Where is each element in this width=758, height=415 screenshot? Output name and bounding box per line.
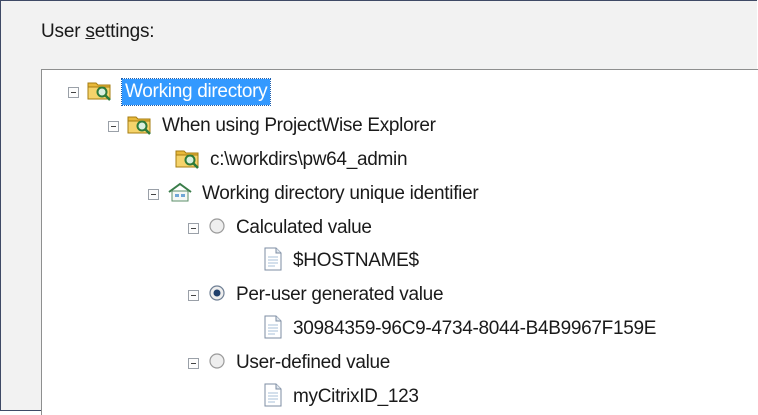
expander-minus-icon[interactable] bbox=[188, 222, 199, 234]
tree-node-unique-identifier[interactable]: Working directory unique identifier bbox=[148, 178, 479, 210]
tree-node-user-defined-text[interactable]: myCitrixID_123 bbox=[262, 381, 419, 413]
tree-node-working-directory[interactable]: Working directory bbox=[68, 76, 272, 108]
settings-tree[interactable]: Working directory When using ProjectWise… bbox=[41, 69, 758, 415]
working-directory-label[interactable]: Working directory bbox=[120, 78, 272, 106]
expander-minus-icon[interactable] bbox=[188, 289, 199, 301]
user-defined-text-label: myCitrixID_123 bbox=[293, 386, 419, 407]
house-icon bbox=[167, 181, 193, 208]
document-icon bbox=[262, 247, 284, 276]
calculated-text-label: $HOSTNAME$ bbox=[293, 250, 419, 271]
tree-node-calculated-value[interactable]: Calculated value bbox=[188, 212, 372, 244]
expander-minus-icon[interactable] bbox=[68, 86, 79, 98]
folder-search-icon bbox=[127, 113, 153, 140]
per-user-value-label: Per-user generated value bbox=[236, 284, 444, 305]
per-user-text-label: 30984359-96C9-4734-8044-B4B9967F159E bbox=[293, 318, 657, 339]
tree-node-when-using[interactable]: When using ProjectWise Explorer bbox=[108, 110, 436, 142]
user-settings-label: User settings: bbox=[41, 21, 155, 42]
workdir-path-label: c:\workdirs\pw64_admin bbox=[210, 149, 408, 170]
folder-search-icon bbox=[175, 147, 201, 174]
expander-minus-icon[interactable] bbox=[108, 120, 119, 132]
user-defined-value-label: User-defined value bbox=[236, 352, 391, 373]
radio-icon[interactable] bbox=[207, 283, 227, 308]
tree-node-per-user-value[interactable]: Per-user generated value bbox=[188, 279, 444, 311]
settings-dialog: User settings: Working directory When us… bbox=[0, 0, 758, 415]
radio-icon[interactable] bbox=[207, 351, 227, 376]
calculated-value-label: Calculated value bbox=[236, 217, 372, 238]
document-icon bbox=[262, 315, 284, 344]
radio-icon[interactable] bbox=[207, 216, 227, 241]
tree-node-calculated-text[interactable]: $HOSTNAME$ bbox=[262, 245, 419, 277]
expander-minus-icon[interactable] bbox=[148, 188, 159, 200]
folder-search-icon bbox=[87, 79, 113, 106]
when-using-label: When using ProjectWise Explorer bbox=[162, 115, 436, 136]
tree-node-per-user-text[interactable]: 30984359-96C9-4734-8044-B4B9967F159E bbox=[262, 313, 656, 345]
document-icon bbox=[262, 383, 284, 412]
expander-minus-icon[interactable] bbox=[188, 357, 199, 369]
tree-node-user-defined-value[interactable]: User-defined value bbox=[188, 347, 390, 379]
unique-identifier-label: Working directory unique identifier bbox=[202, 183, 479, 204]
tree-node-workdir-path[interactable]: c:\workdirs\pw64_admin bbox=[175, 144, 408, 176]
